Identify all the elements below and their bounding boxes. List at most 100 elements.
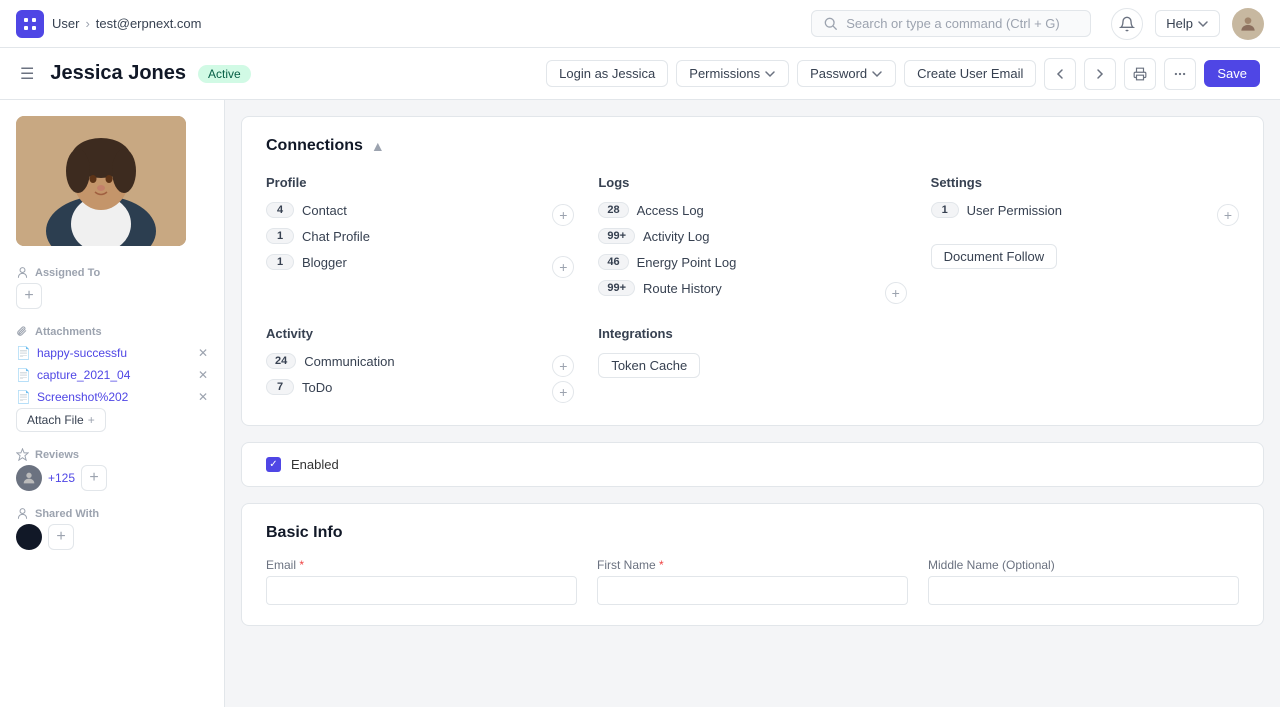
create-user-email-button[interactable]: Create User Email [904, 60, 1036, 87]
contact-badge: 4 [266, 202, 294, 218]
remove-attachment-2-button[interactable]: ✕ [198, 390, 208, 404]
attachment-name[interactable]: Screenshot%202 [37, 390, 192, 404]
profile-image [16, 116, 186, 246]
energy-point-label[interactable]: Energy Point Log [637, 255, 907, 270]
page-title: Jessica Jones [50, 62, 186, 85]
attachment-item: 📄 capture_2021_04 ✕ [16, 364, 208, 386]
access-log-badge: 28 [598, 202, 628, 218]
more-options-button[interactable] [1164, 58, 1196, 90]
activity-title: Activity [266, 326, 574, 341]
attachment-name[interactable]: capture_2021_04 [37, 368, 192, 382]
route-history-label[interactable]: Route History [643, 281, 877, 296]
activity-log-label[interactable]: Activity Log [643, 229, 907, 244]
reviews-count: +125 [48, 471, 75, 485]
collapse-connections-button[interactable]: ▲ [371, 138, 385, 154]
token-cache-button[interactable]: Token Cache [598, 353, 700, 378]
nav-right: Help [1111, 8, 1264, 40]
chat-profile-badge: 1 [266, 228, 294, 244]
notification-bell[interactable] [1111, 8, 1143, 40]
todo-badge: 7 [266, 379, 294, 395]
file-icon: 📄 [16, 390, 31, 404]
blogger-badge: 1 [266, 254, 294, 270]
user-avatar[interactable] [1232, 8, 1264, 40]
chat-profile-row: 1 Chat Profile [266, 228, 574, 244]
login-as-button[interactable]: Login as Jessica [546, 60, 668, 87]
access-log-label[interactable]: Access Log [637, 203, 907, 218]
connections-title: Connections [266, 137, 363, 155]
add-shared-button[interactable]: + [48, 524, 74, 550]
attachment-name[interactable]: happy-successfu [37, 346, 192, 360]
file-icon: 📄 [16, 368, 31, 382]
add-communication-button[interactable]: + [552, 355, 574, 377]
settings-section: Settings 1 User Permission + Document Fo… [931, 175, 1239, 306]
add-blogger-button[interactable]: + [552, 256, 574, 278]
permissions-chevron-icon [764, 68, 776, 80]
password-chevron-icon [871, 68, 883, 80]
attachments-section: Attachments 📄 happy-successfu ✕ 📄 captur… [16, 325, 208, 432]
remove-attachment-1-button[interactable]: ✕ [198, 368, 208, 382]
middle-name-input[interactable] [928, 576, 1239, 605]
content-area: Connections ▲ Profile 4 Contact + 1 [225, 100, 1280, 707]
prev-button[interactable] [1044, 58, 1076, 90]
activity-section: Activity 24 Communication + 7 ToDo [266, 326, 574, 405]
permissions-button[interactable]: Permissions [676, 60, 789, 87]
save-button[interactable]: Save [1204, 60, 1260, 87]
settings-title: Settings [931, 175, 1239, 190]
breadcrumb: User › test@erpnext.com [52, 16, 201, 31]
connections-card: Connections ▲ Profile 4 Contact + 1 [241, 116, 1264, 426]
shared-icon [16, 507, 29, 520]
user-permission-label[interactable]: User Permission [967, 203, 1209, 218]
main-layout: Assigned To + Attachments 📄 happy-succes… [0, 100, 1280, 707]
sidebar: Assigned To + Attachments 📄 happy-succes… [0, 100, 225, 707]
user-permission-badge: 1 [931, 202, 959, 218]
attach-file-button[interactable]: Attach File + [16, 408, 106, 432]
contact-label[interactable]: Contact [302, 203, 544, 218]
search-icon [824, 17, 838, 31]
password-button[interactable]: Password [797, 60, 896, 87]
add-todo-button[interactable]: + [552, 381, 574, 403]
add-review-button[interactable]: + [81, 465, 107, 491]
first-name-input[interactable] [597, 576, 908, 605]
connections-header: Connections ▲ [266, 137, 1239, 155]
next-button[interactable] [1084, 58, 1116, 90]
email-input[interactable] [266, 576, 577, 605]
attachment-item: 📄 Screenshot%202 ✕ [16, 386, 208, 408]
energy-point-log-row: 46 Energy Point Log [598, 254, 906, 270]
integrations-title: Integrations [598, 326, 906, 341]
chat-profile-label[interactable]: Chat Profile [302, 229, 574, 244]
print-button[interactable] [1124, 58, 1156, 90]
enabled-checkbox[interactable]: ✓ [266, 457, 281, 472]
todo-label[interactable]: ToDo [302, 380, 544, 395]
todo-row: 7 ToDo + [266, 379, 574, 405]
search-bar[interactable]: Search or type a command (Ctrl + G) [811, 10, 1091, 37]
logs-section: Logs 28 Access Log 99+ Activity Log 46 E… [598, 175, 906, 306]
remove-attachment-0-button[interactable]: ✕ [198, 346, 208, 360]
middle-name-label: Middle Name (Optional) [928, 558, 1239, 572]
help-button[interactable]: Help [1155, 10, 1220, 37]
add-route-button[interactable]: + [885, 282, 907, 304]
add-contact-button[interactable]: + [552, 204, 574, 226]
breadcrumb-email[interactable]: test@erpnext.com [96, 16, 202, 31]
app-icon[interactable] [16, 10, 44, 38]
shared-with-section: Shared With + [16, 507, 208, 550]
hamburger-menu[interactable]: ☰ [20, 64, 34, 84]
energy-point-badge: 46 [598, 254, 628, 270]
first-name-field-container: First Name * [597, 558, 908, 605]
connections-grid: Profile 4 Contact + 1 Chat Profile [266, 175, 1239, 306]
add-assigned-to-button[interactable]: + [16, 283, 42, 309]
add-user-permission-button[interactable]: + [1217, 204, 1239, 226]
basic-info-title: Basic Info [266, 524, 1239, 542]
profile-section: Profile 4 Contact + 1 Chat Profile [266, 175, 574, 306]
top-nav: User › test@erpnext.com Search or type a… [0, 0, 1280, 48]
document-follow-button[interactable]: Document Follow [931, 244, 1057, 269]
route-history-row: 99+ Route History + [598, 280, 906, 306]
logs-title: Logs [598, 175, 906, 190]
assigned-to-section: Assigned To + [16, 266, 208, 309]
blogger-label[interactable]: Blogger [302, 255, 544, 270]
attachment-icon [16, 325, 29, 338]
basic-info-form-row: Email * First Name * Middle Name (Option… [266, 558, 1239, 605]
access-log-row: 28 Access Log [598, 202, 906, 218]
communication-label[interactable]: Communication [304, 354, 544, 369]
breadcrumb-user[interactable]: User [52, 16, 79, 31]
email-field-container: Email * [266, 558, 577, 605]
